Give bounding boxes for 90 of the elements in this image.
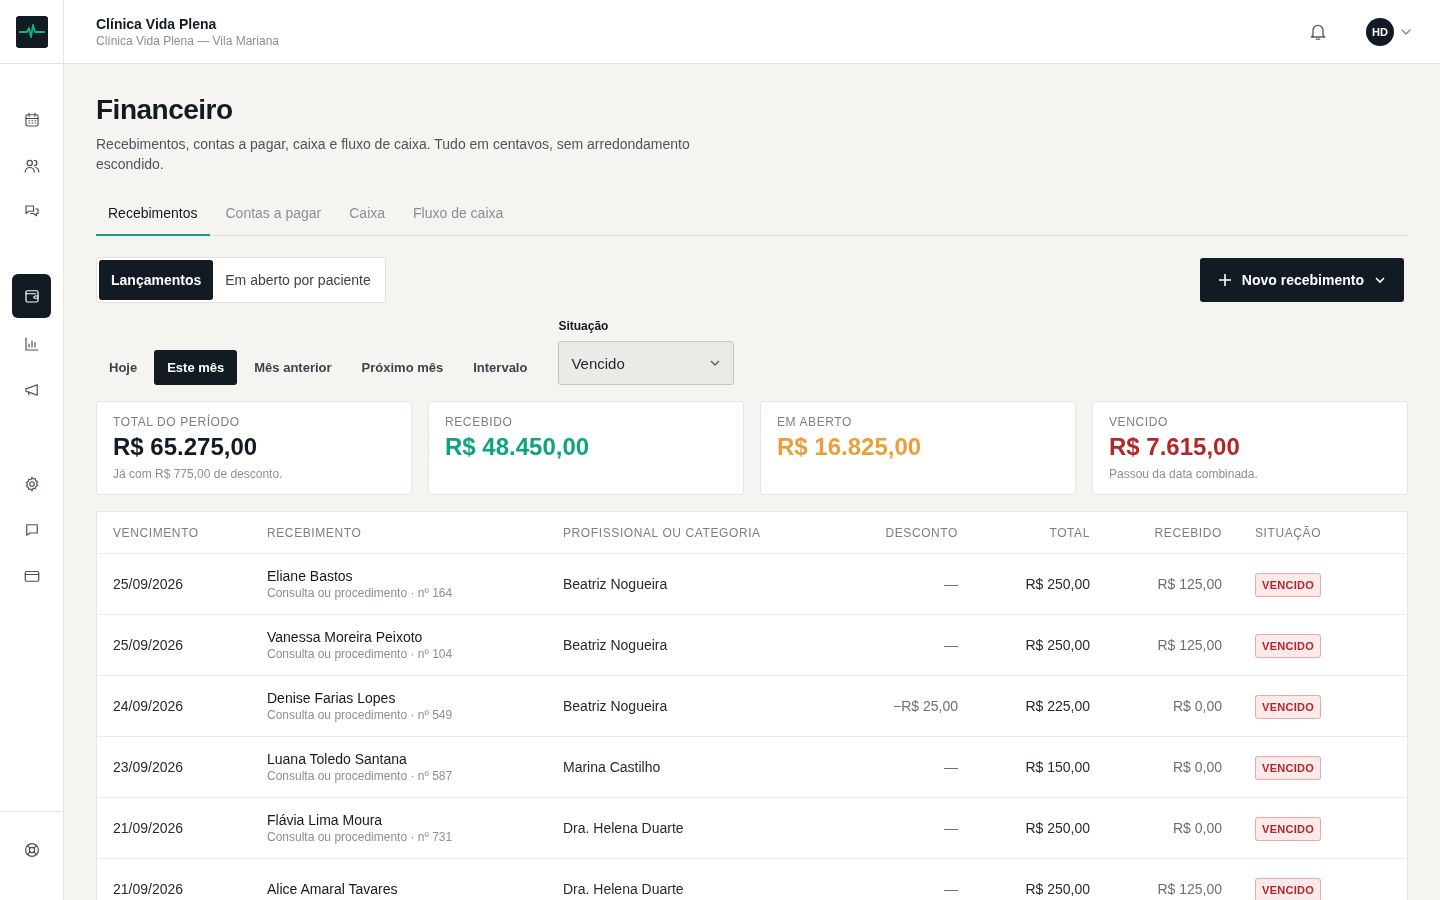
table-cell-text: R$ 250,00	[1024, 881, 1090, 897]
status-select[interactable]: Vencido	[558, 341, 735, 385]
view-option[interactable]: Lançamentos	[99, 260, 214, 300]
card-amount: R$ 16.825,00	[777, 433, 923, 461]
period-filter[interactable]: Próximo mês	[348, 350, 457, 385]
page-title: Financeiro	[96, 93, 234, 127]
view-option[interactable]: Em aberto por paciente	[213, 260, 383, 300]
patient-name: Flávia Lima Moura	[267, 812, 384, 828]
table-cell-text: Beatriz Nogueira	[563, 637, 669, 653]
receipt-detail: Consulta ou procedimento · nº 549	[267, 708, 454, 722]
users-icon	[22, 157, 41, 175]
table-cell-text: Beatriz Nogueira	[563, 698, 669, 714]
receipt-detail: Consulta ou procedimento · nº 104	[267, 647, 454, 661]
table-cell-text: R$ 125,00	[1156, 576, 1222, 592]
table-cell-text: —	[943, 820, 958, 836]
table-cell-text: R$ 125,00	[1156, 881, 1222, 897]
wallet-icon	[22, 287, 41, 305]
table-cell-text: Marina Castilho	[563, 759, 662, 775]
column-header: RECEBIDO	[1153, 525, 1222, 540]
table-cell-text: R$ 250,00	[1024, 820, 1090, 836]
table-cell-text: R$ 250,00	[1024, 576, 1090, 592]
status-badge: VENCIDO	[1255, 817, 1322, 841]
table-cell-text: Dra. Helena Duarte	[563, 881, 685, 897]
megaphone-icon	[22, 381, 41, 399]
status-badge: VENCIDO	[1255, 756, 1322, 780]
table-cell-text: 21/09/2026	[113, 820, 185, 836]
table-cell-text: R$ 0,00	[1171, 698, 1222, 714]
column-header: RECEBIMENTO	[267, 525, 363, 540]
card-label: RECEBIDO	[445, 415, 514, 429]
table-cell-text: —	[943, 881, 958, 897]
status-badge: VENCIDO	[1255, 878, 1322, 900]
table-cell-text: —	[943, 637, 958, 653]
card-amount: R$ 65.275,00	[113, 433, 259, 461]
clinic-name: Clínica Vida Plena	[96, 15, 218, 32]
table-cell-text: 21/09/2026	[113, 881, 185, 897]
table-cell-text: R$ 0,00	[1171, 820, 1222, 836]
card-label: VENCIDO	[1109, 415, 1169, 429]
table-cell-text: 25/09/2026	[113, 637, 185, 653]
patient-name: Alice Amaral Tavares	[267, 881, 399, 897]
column-header: VENCIMENTO	[113, 525, 200, 540]
logo-icon	[15, 15, 48, 48]
table-cell-text: Beatriz Nogueira	[563, 576, 669, 592]
table-cell-text: —	[943, 576, 958, 592]
receipt-detail: Consulta ou procedimento · nº 164	[267, 586, 454, 600]
table-cell-text: R$ 125,00	[1156, 637, 1222, 653]
table-cell-text: Dra. Helena Duarte	[563, 820, 685, 836]
receipt-detail: Consulta ou procedimento · nº 587	[267, 769, 454, 783]
clinic-location: Clínica Vida Plena — Vila Mariana	[96, 33, 280, 48]
table-cell-text: 25/09/2026	[113, 576, 185, 592]
card-label: EM ABERTO	[777, 415, 853, 429]
field-label: Situação	[558, 319, 610, 333]
patient-name: Eliane Bastos	[267, 568, 354, 584]
page-description: Recebimentos, contas a pagar, caixa e fluxo de caixa. Tudo em centavos, sem arredondamento escondido.	[96, 135, 691, 174]
card-note: Já com R$ 775,00 de desconto.	[113, 467, 284, 481]
plus-icon	[1217, 273, 1232, 287]
tab[interactable]: Recebimentos	[96, 193, 210, 236]
column-header: TOTAL	[1048, 525, 1090, 540]
period-filter[interactable]: Intervalo	[460, 350, 541, 385]
patient-name: Vanessa Moreira Peixoto	[267, 629, 424, 645]
period-filter[interactable]: Mês anterior	[241, 350, 345, 385]
receipt-detail: Consulta ou procedimento · nº 731	[267, 830, 454, 844]
patient-name: Denise Farias Lopes	[267, 690, 397, 706]
chevron-down-icon	[1374, 274, 1386, 286]
table-cell-text: 24/09/2026	[113, 698, 185, 714]
table-cell-text: R$ 250,00	[1024, 637, 1090, 653]
table-cell-text: R$ 225,00	[1024, 698, 1090, 714]
card-amount: R$ 7.615,00	[1109, 433, 1241, 461]
column-header: DESCONTO	[884, 525, 958, 540]
card-label: TOTAL DO PERÍODO	[113, 415, 241, 429]
status-badge: VENCIDO	[1255, 695, 1322, 719]
new-receipt-button[interactable]: Novo recebimento	[1199, 258, 1404, 302]
column-header: PROFISSIONAL OU CATEGORIA	[563, 525, 762, 540]
calendar-icon	[22, 111, 41, 129]
table-cell-text: −R$ 25,00	[892, 698, 958, 714]
period-filter[interactable]: Hoje	[96, 350, 151, 385]
card-note: Passou da data combinada.	[1109, 467, 1259, 481]
table-cell-text: R$ 0,00	[1171, 759, 1222, 775]
lifebuoy-icon	[22, 841, 41, 859]
period-filter[interactable]: Este mês	[154, 350, 238, 385]
table-cell-text: R$ 150,00	[1024, 759, 1090, 775]
card-amount: R$ 48.450,00	[445, 433, 591, 461]
patient-name: Luana Toledo Santana	[267, 751, 408, 767]
column-header: SITUAÇÃO	[1254, 525, 1323, 540]
status-badge: VENCIDO	[1255, 573, 1322, 597]
user-avatar[interactable]: HD	[1366, 17, 1394, 46]
bar-chart-icon	[22, 335, 41, 353]
status-badge: VENCIDO	[1255, 634, 1322, 658]
table-cell-text: 23/09/2026	[113, 759, 185, 775]
sidebar-item[interactable]	[12, 274, 51, 318]
table-cell-text: —	[943, 759, 958, 775]
